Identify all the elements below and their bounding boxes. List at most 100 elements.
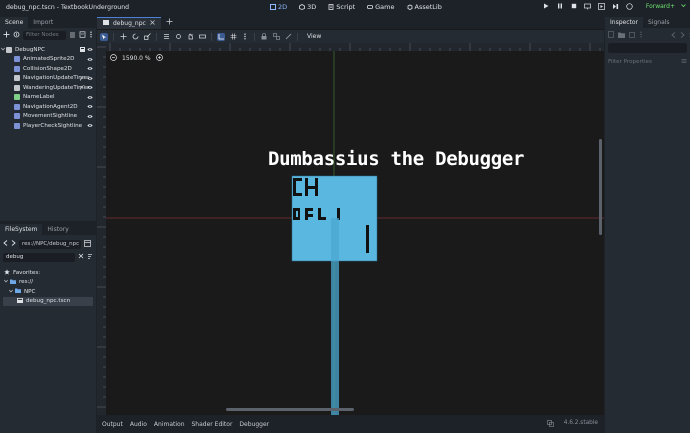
skeleton-icon[interactable] xyxy=(284,33,292,41)
tab-debug-npc[interactable]: debug_npc xyxy=(97,17,161,29)
layout-toggle-icon[interactable] xyxy=(84,239,91,249)
ruler-tool-icon[interactable] xyxy=(198,33,206,41)
vertical-scrollbar[interactable] xyxy=(599,139,602,235)
chevron-down-icon[interactable] xyxy=(681,3,686,10)
tab-import[interactable]: Import xyxy=(28,17,58,28)
new-resource-icon[interactable] xyxy=(608,31,614,40)
scale-tool-icon[interactable] xyxy=(143,33,151,41)
visibility-eye-icon[interactable] xyxy=(87,95,93,100)
copy-version-icon[interactable] xyxy=(547,420,554,429)
clear-search-icon[interactable] xyxy=(78,253,84,261)
visibility-eye-icon[interactable] xyxy=(87,76,93,81)
fs-path-input[interactable]: res://NPC/debug_npc xyxy=(19,239,81,249)
history-back-icon[interactable] xyxy=(671,31,676,40)
pivot-tool-icon[interactable] xyxy=(174,33,182,41)
close-icon[interactable] xyxy=(150,20,155,27)
grid-snap-icon[interactable] xyxy=(229,33,237,41)
rotate-tool-icon[interactable] xyxy=(131,33,139,41)
pan-tool-icon[interactable] xyxy=(186,33,194,41)
horizontal-ruler[interactable] xyxy=(106,43,604,51)
filter-properties-input[interactable]: Filter Properties xyxy=(608,59,652,65)
scene-tree-node[interactable]: MovementSightline xyxy=(0,112,96,122)
fs-item-debug-npc[interactable]: debug_npc.tscn xyxy=(3,296,93,306)
move-tool-icon[interactable] xyxy=(119,33,127,41)
resource-extra-icon[interactable] xyxy=(639,31,643,40)
fs-search-input[interactable]: debug xyxy=(3,252,75,262)
tab-filesystem[interactable]: FileSystem xyxy=(0,224,43,235)
visibility-eye-icon[interactable] xyxy=(87,104,93,109)
scene-tree-node[interactable]: AnimatedSprite2D xyxy=(0,55,96,65)
tab-inspector[interactable]: Inspector xyxy=(605,17,643,28)
fs-item-res[interactable]: res:// xyxy=(4,278,94,288)
play-icon[interactable] xyxy=(542,2,550,10)
chevron-down-icon[interactable] xyxy=(1,47,5,53)
renderer-selector[interactable]: Forward+ xyxy=(640,3,675,10)
object-selector[interactable] xyxy=(608,43,687,53)
canvas-viewport[interactable]: Dumbassius the Debugger xyxy=(106,51,604,415)
signal-icon[interactable] xyxy=(80,85,85,90)
mode-game-button[interactable]: Game xyxy=(365,2,396,12)
zoom-level[interactable]: 1590.0 % xyxy=(122,55,151,62)
group-icon[interactable] xyxy=(272,33,280,41)
mode-script-button[interactable]: Script xyxy=(326,2,357,12)
tab-history[interactable]: History xyxy=(42,224,73,235)
more-options-icon[interactable] xyxy=(89,31,93,40)
tab-shader-editor[interactable]: Shader Editor xyxy=(192,421,233,428)
snap-options-icon[interactable] xyxy=(241,33,249,41)
vertical-ruler[interactable] xyxy=(97,43,106,415)
play-custom-icon[interactable] xyxy=(612,2,620,10)
visibility-eye-icon[interactable] xyxy=(87,114,93,119)
zoom-in-icon[interactable] xyxy=(155,54,163,63)
scene-tree-node[interactable]: DebugNPC xyxy=(0,45,96,55)
select-tool-icon[interactable] xyxy=(100,32,108,41)
list-select-icon[interactable] xyxy=(162,33,170,41)
smart-snap-icon[interactable] xyxy=(217,32,225,41)
tab-output[interactable]: Output xyxy=(102,421,123,428)
signal-icon[interactable] xyxy=(80,75,85,81)
forward-arrow-icon[interactable] xyxy=(11,240,16,248)
add-node-icon[interactable] xyxy=(3,31,10,40)
scene-tree-node[interactable]: NameLabel xyxy=(0,93,96,103)
instance-scene-icon[interactable] xyxy=(13,31,20,40)
tab-signals[interactable]: Signals xyxy=(643,17,675,28)
history-forward-icon[interactable] xyxy=(680,31,685,40)
mode-3d-button[interactable]: 3D xyxy=(297,2,318,12)
pause-icon[interactable] xyxy=(556,2,564,10)
tab-animation[interactable]: Animation xyxy=(154,421,185,428)
horizontal-scrollbar[interactable] xyxy=(226,408,354,411)
tab-debugger[interactable]: Debugger xyxy=(239,421,269,428)
mode-assetlib-button[interactable]: AssetLib xyxy=(405,2,444,12)
save-resource-icon[interactable] xyxy=(629,31,635,40)
scene-tree-node[interactable]: CollisionShape2D xyxy=(0,64,96,74)
movie-maker-icon[interactable] xyxy=(626,2,634,10)
scene-tree-node[interactable]: WanderingUpdateTimer xyxy=(0,83,96,93)
scene-tree-node[interactable]: NavigationAgent2D xyxy=(0,102,96,112)
visibility-eye-icon[interactable] xyxy=(87,66,93,71)
visibility-eye-icon[interactable] xyxy=(87,47,93,52)
sort-icon[interactable] xyxy=(87,253,93,262)
zoom-out-icon[interactable] xyxy=(110,54,117,63)
scene-tree-node[interactable]: NavigationUpdateTimer xyxy=(0,74,96,84)
view-menu[interactable]: View xyxy=(303,33,325,40)
visibility-eye-icon[interactable] xyxy=(87,85,93,90)
back-arrow-icon[interactable] xyxy=(3,240,8,248)
play-scene-icon[interactable] xyxy=(598,2,606,10)
favorites-item[interactable]: Favorites: xyxy=(4,268,94,278)
tab-audio[interactable]: Audio xyxy=(130,421,147,428)
add-scene-tab-icon[interactable] xyxy=(161,18,178,29)
open-resource-icon[interactable] xyxy=(618,32,625,40)
remote-debug-icon[interactable] xyxy=(584,2,592,10)
open-scene-icon[interactable] xyxy=(80,47,85,53)
fs-item-npc[interactable]: NPC xyxy=(4,287,94,297)
tab-scene[interactable]: Scene xyxy=(0,17,29,28)
filter-nodes-input[interactable]: Filter Nodes xyxy=(23,30,66,40)
attach-script-icon[interactable] xyxy=(79,30,86,40)
stop-icon[interactable] xyxy=(570,2,578,10)
property-options-icon[interactable] xyxy=(681,58,687,66)
visibility-eye-icon[interactable] xyxy=(87,57,93,62)
visibility-eye-icon[interactable] xyxy=(87,123,93,128)
scene-tree-node[interactable]: PlayerCheckSightline xyxy=(0,121,96,131)
filter-options-icon[interactable] xyxy=(69,31,76,40)
mode-2d-button[interactable]: 2D xyxy=(268,2,289,12)
lock-icon[interactable] xyxy=(260,33,268,41)
